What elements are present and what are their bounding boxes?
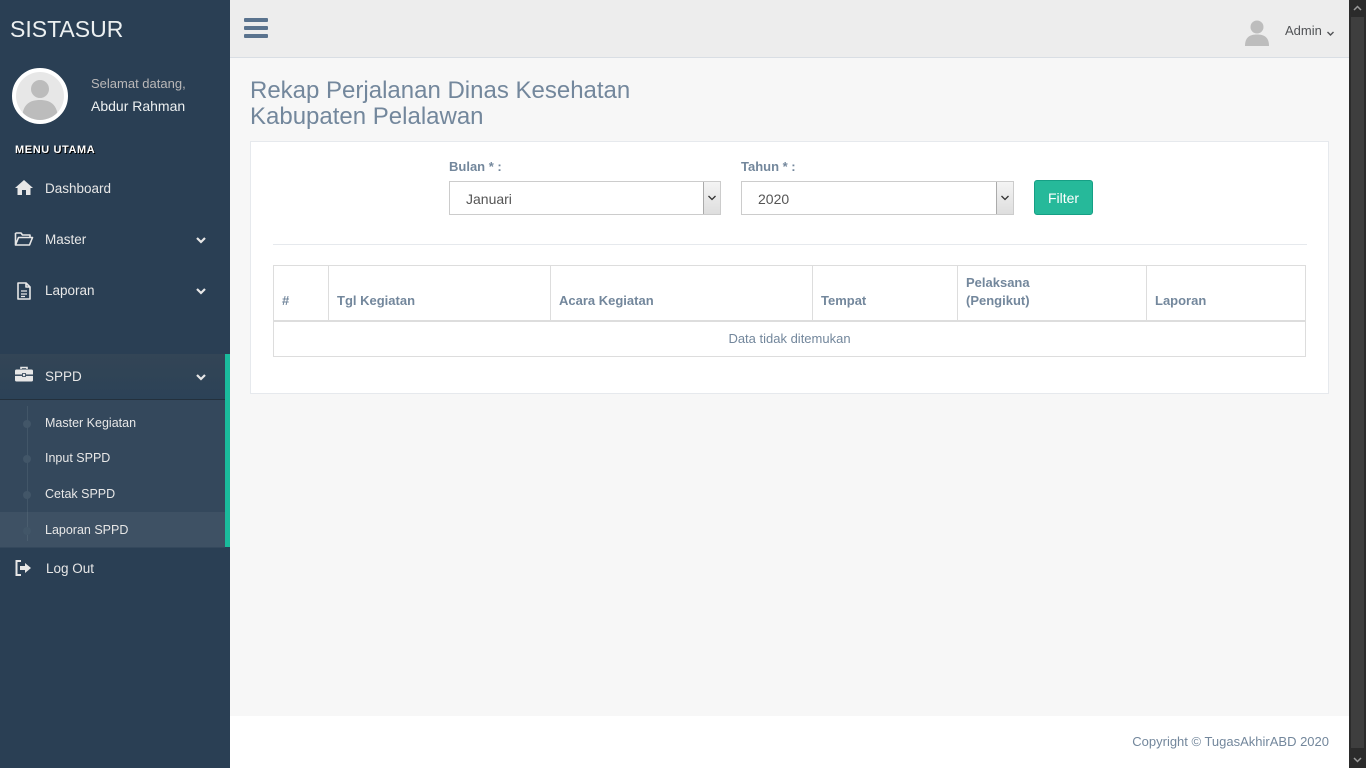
submenu-label: Cetak SPPD bbox=[45, 487, 116, 501]
filter-button[interactable]: Filter bbox=[1034, 180, 1093, 215]
top-navbar: Admin bbox=[230, 0, 1349, 58]
bulan-selected-value: Januari bbox=[466, 191, 512, 207]
bullet-icon bbox=[23, 420, 31, 428]
col-header-tempat: Tempat bbox=[812, 265, 958, 322]
scroll-down-icon[interactable] bbox=[1349, 751, 1366, 768]
welcome-text: Selamat datang, bbox=[91, 76, 186, 91]
submenu-label: Laporan SPPD bbox=[45, 523, 129, 537]
bulan-label: Bulan * : bbox=[449, 159, 502, 174]
briefcase-icon bbox=[14, 366, 34, 386]
tahun-label: Tahun * : bbox=[741, 159, 796, 174]
sidebar-item-sppd[interactable]: SPPD bbox=[0, 354, 225, 400]
copyright-text: Copyright © TugasAkhirABD 2020 bbox=[1132, 734, 1329, 749]
report-table: # Tgl Kegiatan Acara Kegiatan Tempat Pel… bbox=[273, 265, 1306, 357]
user-dropdown[interactable]: Admin bbox=[1240, 14, 1340, 46]
col-header-pelaksana: Pelaksana (Pengikut) bbox=[957, 265, 1147, 322]
col-header-pelaksana-line1: Pelaksana bbox=[966, 274, 1030, 290]
chevron-down-icon bbox=[194, 370, 208, 384]
table-header-row: # Tgl Kegiatan Acara Kegiatan Tempat Pel… bbox=[273, 265, 1306, 322]
bullet-icon bbox=[23, 527, 31, 535]
main-content: Admin Rekap Perjalanan Dinas Kesehatan K… bbox=[230, 0, 1349, 768]
page-title-line1: Rekap Perjalanan Dinas Kesehatan bbox=[250, 77, 631, 104]
scrollbar-thumb[interactable] bbox=[1351, 17, 1364, 748]
submenu-item-input-sppd[interactable]: Input SPPD bbox=[0, 440, 225, 476]
chevron-down-icon bbox=[194, 284, 208, 298]
empty-message: Data tidak ditemukan bbox=[273, 320, 1306, 357]
divider bbox=[273, 244, 1307, 245]
submenu-label: Master Kegiatan bbox=[45, 416, 137, 430]
chevron-down-icon bbox=[194, 233, 208, 247]
submenu-item-master-kegiatan[interactable]: Master Kegiatan bbox=[0, 405, 225, 441]
col-header-tgl-kegiatan: Tgl Kegiatan bbox=[328, 265, 551, 322]
file-text-icon bbox=[14, 281, 34, 301]
home-icon bbox=[14, 179, 34, 199]
app-brand[interactable]: SISTASUR bbox=[10, 16, 123, 43]
sign-out-icon bbox=[14, 559, 34, 579]
sidebar-item-dashboard[interactable]: Dashboard bbox=[0, 170, 230, 208]
col-header-laporan: Laporan bbox=[1146, 265, 1306, 322]
menu-section-title: MENU UTAMA bbox=[15, 144, 96, 156]
report-panel: Bulan * : Januari Tahun * : 2020 Filter … bbox=[250, 141, 1329, 394]
profile-avatar bbox=[12, 68, 68, 124]
sidebar-section-sppd: SPPD Master Kegiatan Input SPPD Cetak SP… bbox=[0, 354, 230, 548]
bulan-select[interactable]: Januari bbox=[449, 181, 721, 215]
submenu-label: Input SPPD bbox=[45, 451, 111, 465]
dropdown-arrow-icon[interactable] bbox=[996, 182, 1013, 214]
sidebar-item-label: Log Out bbox=[46, 561, 95, 576]
bullet-icon bbox=[23, 491, 31, 499]
table-row: Data tidak ditemukan bbox=[273, 320, 1306, 357]
col-header-pelaksana-line2: (Pengikut) bbox=[966, 292, 1030, 308]
tahun-selected-value: 2020 bbox=[758, 191, 790, 207]
sidebar: SISTASUR Selamat datang, Abdur Rahman ME… bbox=[0, 0, 230, 768]
sidebar-item-label: SPPD bbox=[45, 369, 82, 384]
sidebar-item-logout[interactable]: Log Out bbox=[0, 550, 230, 588]
bullet-icon bbox=[23, 455, 31, 463]
col-header-number: # bbox=[273, 265, 329, 322]
user-avatar bbox=[1244, 18, 1270, 46]
tahun-select[interactable]: 2020 bbox=[741, 181, 1014, 215]
scroll-up-icon[interactable] bbox=[1349, 0, 1366, 17]
sidebar-item-master[interactable]: Master bbox=[0, 221, 230, 259]
submenu-item-laporan-sppd[interactable]: Laporan SPPD bbox=[0, 512, 225, 548]
page-title: Rekap Perjalanan Dinas Kesehatan Kabupat… bbox=[250, 78, 630, 130]
sidebar-item-label: Dashboard bbox=[45, 181, 112, 196]
footer: Copyright © TugasAkhirABD 2020 bbox=[230, 716, 1349, 768]
menu-toggle-icon[interactable] bbox=[244, 18, 268, 40]
chevron-down-icon bbox=[1326, 26, 1335, 36]
page-scrollbar[interactable] bbox=[1349, 0, 1366, 768]
profile-username: Abdur Rahman bbox=[91, 98, 186, 114]
sidebar-item-label: Master bbox=[45, 232, 87, 247]
submenu-item-cetak-sppd[interactable]: Cetak SPPD bbox=[0, 476, 225, 512]
page-title-line2: Kabupaten Pelalawan bbox=[250, 103, 484, 130]
dropdown-arrow-icon[interactable] bbox=[703, 182, 720, 214]
user-name: Admin bbox=[1285, 23, 1322, 38]
folder-open-icon bbox=[14, 230, 34, 250]
sidebar-item-laporan[interactable]: Laporan bbox=[0, 272, 230, 310]
sidebar-item-label: Laporan bbox=[45, 283, 95, 298]
col-header-acara-kegiatan: Acara Kegiatan bbox=[550, 265, 813, 322]
